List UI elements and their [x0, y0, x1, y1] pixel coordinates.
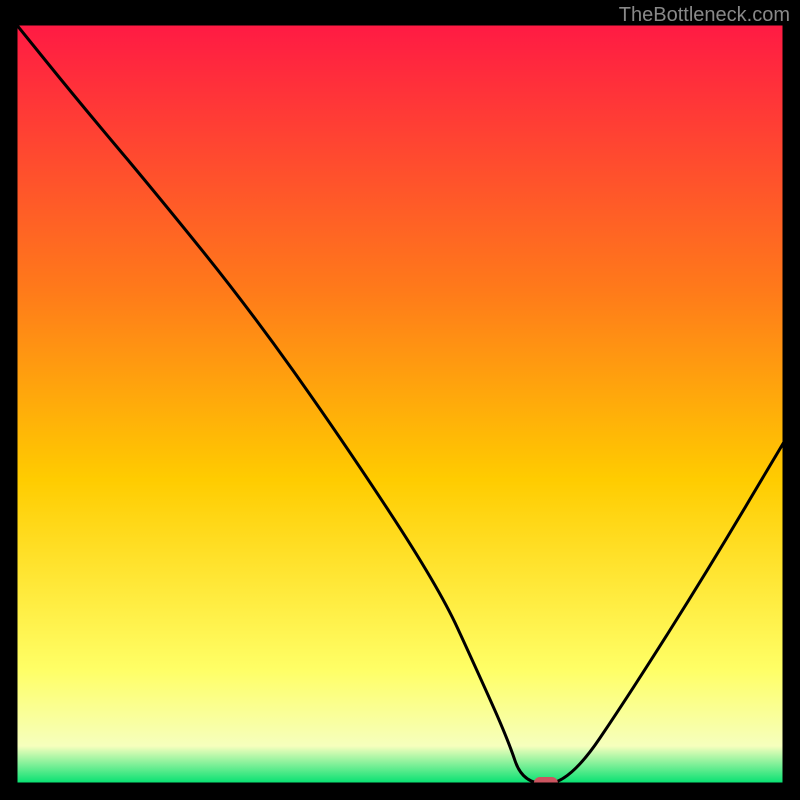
chart-frame — [16, 24, 784, 784]
bottleneck-chart — [16, 24, 784, 784]
gradient-background — [16, 24, 784, 784]
watermark-text: TheBottleneck.com — [619, 4, 790, 27]
